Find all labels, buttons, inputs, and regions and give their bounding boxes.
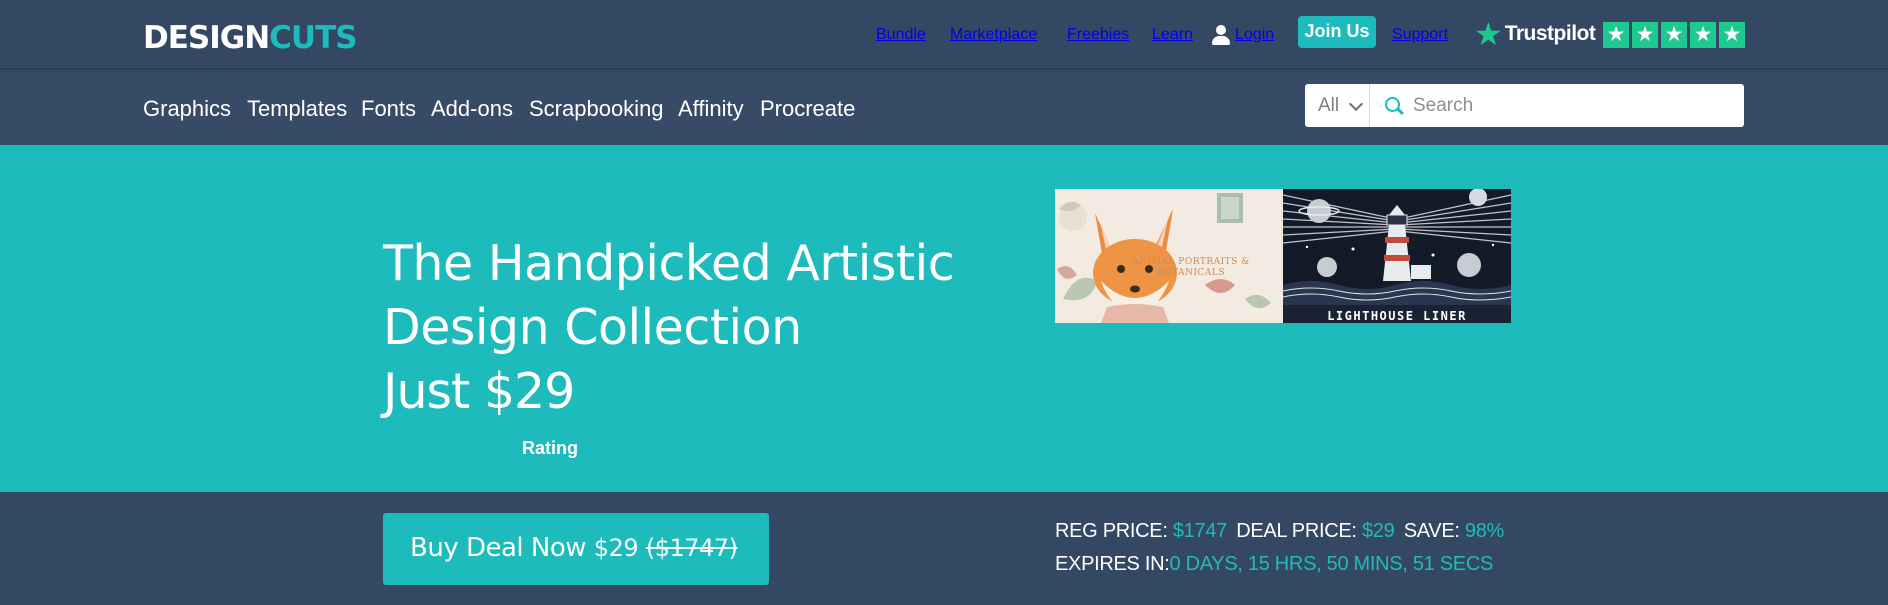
search-icon[interactable] <box>1385 97 1403 115</box>
search-input[interactable] <box>1413 84 1733 127</box>
buy-deal-original-price: ($1747) <box>645 534 738 562</box>
nav-marketplace-label: Marketplace <box>950 26 1038 43</box>
hero-banner: The Handpicked Artistic Design Collectio… <box>0 145 1888 492</box>
category-affinity[interactable]: Affinity <box>678 96 744 122</box>
buy-deal-label: Buy Deal Now <box>410 533 587 563</box>
nav-support-label: Support <box>1392 26 1449 43</box>
category-bar: Graphics Templates Fonts Add-ons Scrapbo… <box>0 72 1888 145</box>
star-icon: ★ <box>1719 22 1745 48</box>
nav-login[interactable]: Login <box>1212 22 1274 48</box>
product-caption-lighthouse-liner: LIGHTHOUSE LINER <box>1327 309 1467 323</box>
category-add-ons[interactable]: Add-ons <box>431 96 513 122</box>
nav-freebies-label: Freebies <box>1067 26 1130 43</box>
star-icon: ★ <box>1690 22 1716 48</box>
search-filter-value: All <box>1318 95 1340 116</box>
nav-learn[interactable]: Learn <box>1152 22 1193 48</box>
trustpilot-label: Trustpilot <box>1504 22 1596 45</box>
nav-login-label: Login <box>1235 26 1275 43</box>
search-filter-select[interactable]: All <box>1305 84 1370 127</box>
trustpilot-star-icon: ★ <box>1474 16 1503 52</box>
hero-title-line2: Design Collection <box>383 299 802 356</box>
reg-price-label: REG PRICE: <box>1055 520 1168 542</box>
star-icon: ★ <box>1632 22 1658 48</box>
trustpilot-rating-stars: ★ ★ ★ ★ ★ <box>1603 22 1745 48</box>
expires-countdown: EXPIRES IN:0 DAYS, 15 HRS, 50 MINS, 51 S… <box>1055 553 1493 576</box>
expires-label: EXPIRES IN: <box>1055 553 1170 575</box>
star-icon: ★ <box>1603 22 1629 48</box>
logo-design: DESIGN <box>143 20 270 56</box>
lighthouse-illustration <box>1283 189 1511 323</box>
deal-bar: Buy Deal Now $29 ($1747) REG PRICE: $174… <box>0 492 1888 605</box>
top-bar: DESIGNCUTS Bundle Marketplace Freebies L… <box>0 0 1888 70</box>
nav-learn-label: Learn <box>1152 26 1193 43</box>
category-templates[interactable]: Templates <box>247 96 347 122</box>
deal-price-value: $29 <box>1361 520 1395 542</box>
expires-value: 0 DAYS, 15 HRS, 50 MINS, 51 SECS <box>1169 553 1494 575</box>
star-icon: ★ <box>1661 22 1687 48</box>
user-icon <box>1212 25 1230 45</box>
product-caption-animal-portraits: ANIMAL PORTRAITS & BOTANICALS <box>1132 257 1250 278</box>
nav-bundle-label: Bundle <box>876 26 926 43</box>
category-scrapbooking[interactable]: Scrapbooking <box>529 96 664 122</box>
deal-price-label: DEAL PRICE: <box>1236 520 1357 542</box>
join-us-button[interactable]: Join Us <box>1298 16 1376 48</box>
hero-price: Just $29 <box>383 363 575 420</box>
category-fonts[interactable]: Fonts <box>361 96 416 122</box>
buy-deal-price: $29 <box>593 534 639 562</box>
nav-bundle[interactable]: Bundle <box>876 22 926 48</box>
nav-support[interactable]: Support <box>1392 22 1448 48</box>
chevron-down-icon <box>1348 96 1364 112</box>
designcuts-logo[interactable]: DESIGNCUTS <box>143 20 358 56</box>
search-bar: All <box>1305 84 1744 127</box>
price-summary: REG PRICE: $1747 DEAL PRICE: $29 SAVE: 9… <box>1055 520 1504 543</box>
category-graphics[interactable]: Graphics <box>143 96 231 122</box>
category-procreate[interactable]: Procreate <box>760 96 855 122</box>
save-value: 98% <box>1464 520 1505 542</box>
nav-marketplace[interactable]: Marketplace <box>950 22 1037 48</box>
buy-deal-button[interactable]: Buy Deal Now $29 ($1747) <box>383 513 769 585</box>
reg-price-value: $1747 <box>1172 520 1227 542</box>
hero-title-line1: The Handpicked Artistic <box>383 235 955 292</box>
save-label: SAVE: <box>1403 520 1460 542</box>
fox-illustration <box>1055 189 1283 323</box>
logo-cuts: CUTS <box>269 20 357 56</box>
product-image-lighthouse-liner[interactable]: LIGHTHOUSE LINER <box>1283 189 1511 323</box>
nav-freebies[interactable]: Freebies <box>1067 22 1129 48</box>
rating-label: Rating <box>522 438 578 458</box>
product-image-animal-portraits[interactable]: ANIMAL PORTRAITS & BOTANICALS <box>1055 189 1283 323</box>
hero-title: The Handpicked Artistic Design Collectio… <box>383 232 1003 360</box>
trustpilot-link[interactable]: ★ Trustpilot <box>1474 16 1596 52</box>
